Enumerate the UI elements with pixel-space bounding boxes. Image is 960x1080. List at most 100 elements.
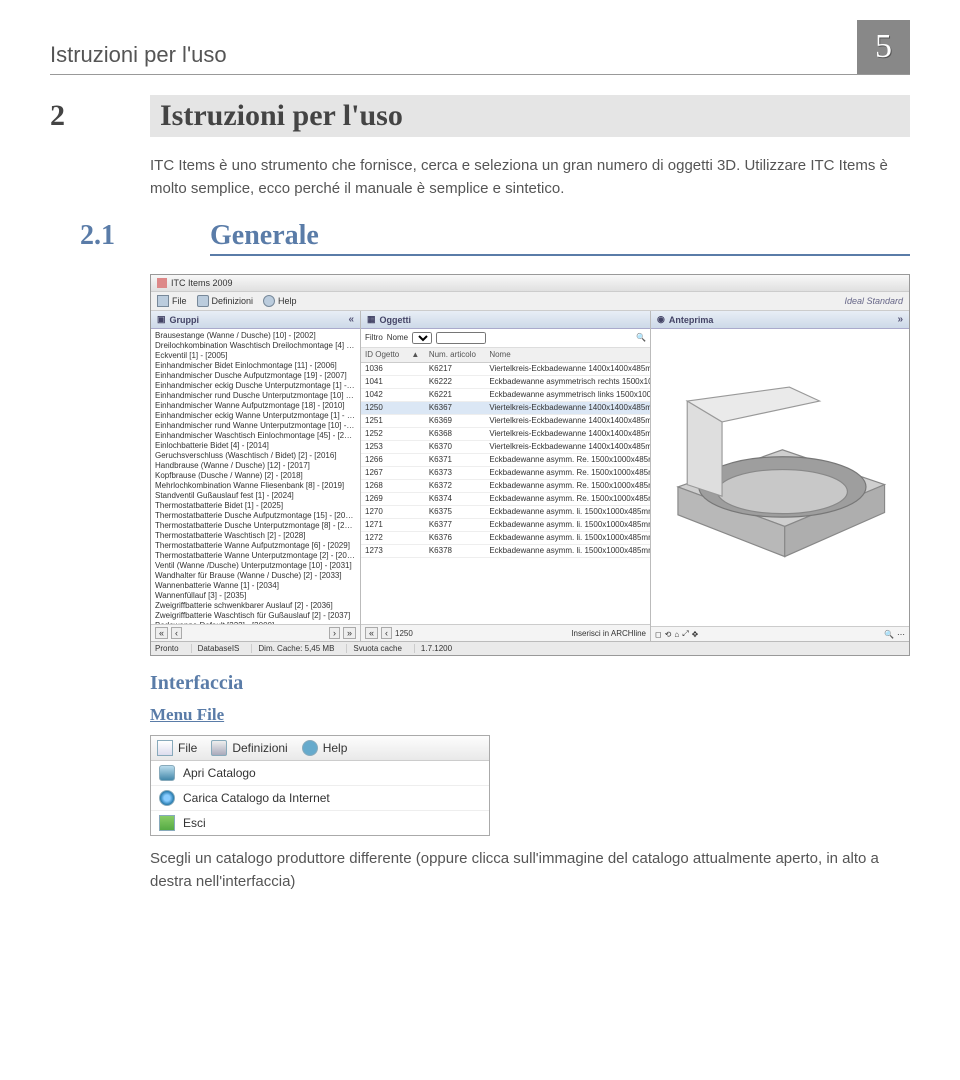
menu-help[interactable]: Help xyxy=(263,295,297,307)
obj-nav-first[interactable]: « xyxy=(365,627,378,639)
group-item[interactable]: Kopfbrause (Dusche / Wanne) [2] - [2018] xyxy=(155,471,356,481)
exit-icon xyxy=(159,815,175,831)
ms-file-label: File xyxy=(178,741,197,755)
objects-table[interactable]: ID Ogetto ▲ Num. articolo Nome 1036K6217… xyxy=(361,348,650,558)
menu-exit[interactable]: Esci xyxy=(151,811,489,835)
col-art[interactable]: Num. articolo xyxy=(425,348,486,363)
menu-exit-label: Esci xyxy=(183,816,206,830)
group-item[interactable]: Wannenbatterie Wanne [1] - [2034] xyxy=(155,581,356,591)
group-item[interactable]: Ventil (Wanne /Dusche) Unterputzmontage … xyxy=(155,561,356,571)
menu-definizioni[interactable]: Definizioni xyxy=(197,295,254,307)
view-tool-5[interactable]: ✥ xyxy=(692,630,699,639)
table-row[interactable]: 1253K6370Viertelkreis-Eckbadewanne 1400x… xyxy=(361,441,650,454)
group-item[interactable]: Eckventil [1] - [2005] xyxy=(155,351,356,361)
group-item[interactable]: Brausestange (Wanne / Dusche) [10] - [20… xyxy=(155,331,356,341)
groups-nav-last[interactable]: » xyxy=(343,627,356,639)
ms-defs[interactable]: Definizioni xyxy=(211,740,287,756)
ms-file[interactable]: File xyxy=(157,740,197,756)
col-id[interactable]: ID Ogetto xyxy=(361,348,407,363)
file-icon xyxy=(157,295,169,307)
ms-help[interactable]: Help xyxy=(302,740,348,756)
group-item[interactable]: Einhandmischer Bidet Einlochmontage [11]… xyxy=(155,361,356,371)
group-item[interactable]: Standventil Gußauslauf fest [1] - [2024] xyxy=(155,491,356,501)
view-tool-zoom[interactable]: 🔍 xyxy=(884,630,894,639)
filter-find-icon[interactable]: 🔍 xyxy=(636,333,646,343)
group-item[interactable]: Einhandmischer rund Wanne Unterputzmonta… xyxy=(155,421,356,431)
group-item[interactable]: Thermostatbatterie Waschtisch [2] - [202… xyxy=(155,531,356,541)
filter-row: Filtro Nome 🔍 xyxy=(361,329,650,348)
groups-nav-first[interactable]: « xyxy=(155,627,168,639)
group-item[interactable]: Wandhalter für Brause (Wanne / Dusche) [… xyxy=(155,571,356,581)
table-row[interactable]: 1036K6217Viertelkreis-Eckbadewanne 1400x… xyxy=(361,363,650,376)
panel-header-gruppi: ▣ Gruppi « xyxy=(151,311,360,329)
filter-input[interactable] xyxy=(436,332,486,344)
header-title: Istruzioni per l'uso xyxy=(50,42,227,74)
section-21-heading: 2.1 Generale xyxy=(50,220,910,256)
view-tool-etc[interactable]: ⋯ xyxy=(897,630,905,639)
panel-header-anteprima: ◉ Anteprima » xyxy=(651,311,909,329)
groups-nav-next[interactable]: › xyxy=(329,627,340,639)
preview-3d-viewport[interactable] xyxy=(651,329,909,626)
status-ready: Pronto xyxy=(155,644,179,653)
group-item[interactable]: Mehrlochkombination Wanne Fliesenbank [8… xyxy=(155,481,356,491)
oggetti-icon: ▦ xyxy=(367,314,376,325)
group-item[interactable]: Einhandmischer eckig Wanne Unterputzmont… xyxy=(155,411,356,421)
view-tool-2[interactable]: ⟲ xyxy=(665,630,672,639)
table-row[interactable]: 1042K6221Eckbadewanne asymmetrisch links… xyxy=(361,389,650,402)
table-row[interactable]: 1252K6368Viertelkreis-Eckbadewanne 1400x… xyxy=(361,428,650,441)
objects-footer: « ‹ 1250 Inserisci in ARCHline xyxy=(361,624,650,641)
group-item[interactable]: Handbrause (Wanne / Dusche) [12] - [2017… xyxy=(155,461,356,471)
groups-nav-prev[interactable]: ‹ xyxy=(171,627,182,639)
menu-open-label: Apri Catalogo xyxy=(183,766,256,780)
filter-select[interactable] xyxy=(412,332,432,344)
groups-list[interactable]: Brausestange (Wanne / Dusche) [10] - [20… xyxy=(151,329,360,624)
section-2-intro: ITC Items è uno strumento che fornisce, … xyxy=(150,155,910,200)
table-row[interactable]: 1273K6378Eckbadewanne asymm. li. 1500x10… xyxy=(361,545,650,558)
chevron-right-icon[interactable]: » xyxy=(897,314,903,325)
group-item[interactable]: Thermostatbatterie Dusche Unterputzmonta… xyxy=(155,521,356,531)
table-row[interactable]: 1269K6374Eckbadewanne asymm. Re. 1500x10… xyxy=(361,493,650,506)
brand-logo[interactable]: Ideal Standard xyxy=(844,296,903,306)
table-row[interactable]: 1272K6376Eckbadewanne asymm. li. 1500x10… xyxy=(361,532,650,545)
table-row[interactable]: 1250K6367Viertelkreis-Eckbadewanne 1400x… xyxy=(361,402,650,415)
group-item[interactable]: Einhandmischer Dusche Aufputzmontage [19… xyxy=(155,371,356,381)
group-item[interactable]: Einhandmischer eckig Dusche Unterputzmon… xyxy=(155,381,356,391)
table-row[interactable]: 1041K6222Eckbadewanne asymmetrisch recht… xyxy=(361,376,650,389)
table-row[interactable]: 1270K6375Eckbadewanne asymm. li. 1500x10… xyxy=(361,506,650,519)
menu-open-catalog[interactable]: Apri Catalogo xyxy=(151,761,489,786)
group-item[interactable]: Thermostatbatterie Wanne Aufputzmontage … xyxy=(155,541,356,551)
group-item[interactable]: Thermostatbatterie Dusche Aufputzmontage… xyxy=(155,511,356,521)
group-item[interactable]: Dreilochkombination Waschtisch Dreilochm… xyxy=(155,341,356,351)
obj-nav-prev[interactable]: ‹ xyxy=(381,627,392,639)
filter-label: Filtro xyxy=(365,333,383,343)
ms-defs-label: Definizioni xyxy=(232,741,287,755)
group-item[interactable]: Thermostatbatterie Wanne Unterputzmontag… xyxy=(155,551,356,561)
menu-file-screenshot: File Definizioni Help Apri Catalogo Cari… xyxy=(150,735,490,836)
group-item[interactable]: Einhandmischer Wanne Aufputzmontage [18]… xyxy=(155,401,356,411)
table-row[interactable]: 1271K6377Eckbadewanne asymm. li. 1500x10… xyxy=(361,519,650,532)
group-item[interactable]: Zweigriffbatterie Waschtisch für Gußausl… xyxy=(155,611,356,621)
view-tool-4[interactable]: ⤢ xyxy=(682,629,688,639)
status-cache: Dim. Cache: 5,45 MB xyxy=(251,644,334,653)
table-row[interactable]: 1267K6373Eckbadewanne asymm. Re. 1500x10… xyxy=(361,467,650,480)
chevron-left-icon[interactable]: « xyxy=(348,314,354,325)
group-item[interactable]: Wannenfüllauf [3] - [2035] xyxy=(155,591,356,601)
group-item[interactable]: Zweigriffbatterie schwenkbarer Auslauf [… xyxy=(155,601,356,611)
view-tool-3[interactable]: ⌂ xyxy=(674,630,679,639)
group-item[interactable]: Einhandmischer rund Dusche Unterputzmont… xyxy=(155,391,356,401)
col-name[interactable]: Nome xyxy=(485,348,650,363)
col-sort[interactable]: ▲ xyxy=(407,348,424,363)
table-row[interactable]: 1251K6369Viertelkreis-Eckbadewanne 1400x… xyxy=(361,415,650,428)
table-row[interactable]: 1268K6372Eckbadewanne asymm. Re. 1500x10… xyxy=(361,480,650,493)
group-item[interactable]: Einhandmischer Waschtisch Einlochmontage… xyxy=(155,431,356,441)
table-row[interactable]: 1266K6371Eckbadewanne asymm. Re. 1500x10… xyxy=(361,454,650,467)
menu-file[interactable]: File xyxy=(157,295,187,307)
panel-header-oggetti: ▦ Oggetti xyxy=(361,311,650,329)
group-item[interactable]: Geruchsverschluss (Waschtisch / Bidet) [… xyxy=(155,451,356,461)
menu-load-internet[interactable]: Carica Catalogo da Internet xyxy=(151,786,489,811)
group-item[interactable]: Einlochbatterie Bidet [4] - [2014] xyxy=(155,441,356,451)
insert-archline-button[interactable]: Inserisci in ARCHline xyxy=(571,629,646,638)
view-tool-1[interactable]: ◻ xyxy=(655,630,662,639)
status-clear-cache[interactable]: Svuota cache xyxy=(346,644,401,653)
group-item[interactable]: Thermostatbatterie Bidet [1] - [2025] xyxy=(155,501,356,511)
